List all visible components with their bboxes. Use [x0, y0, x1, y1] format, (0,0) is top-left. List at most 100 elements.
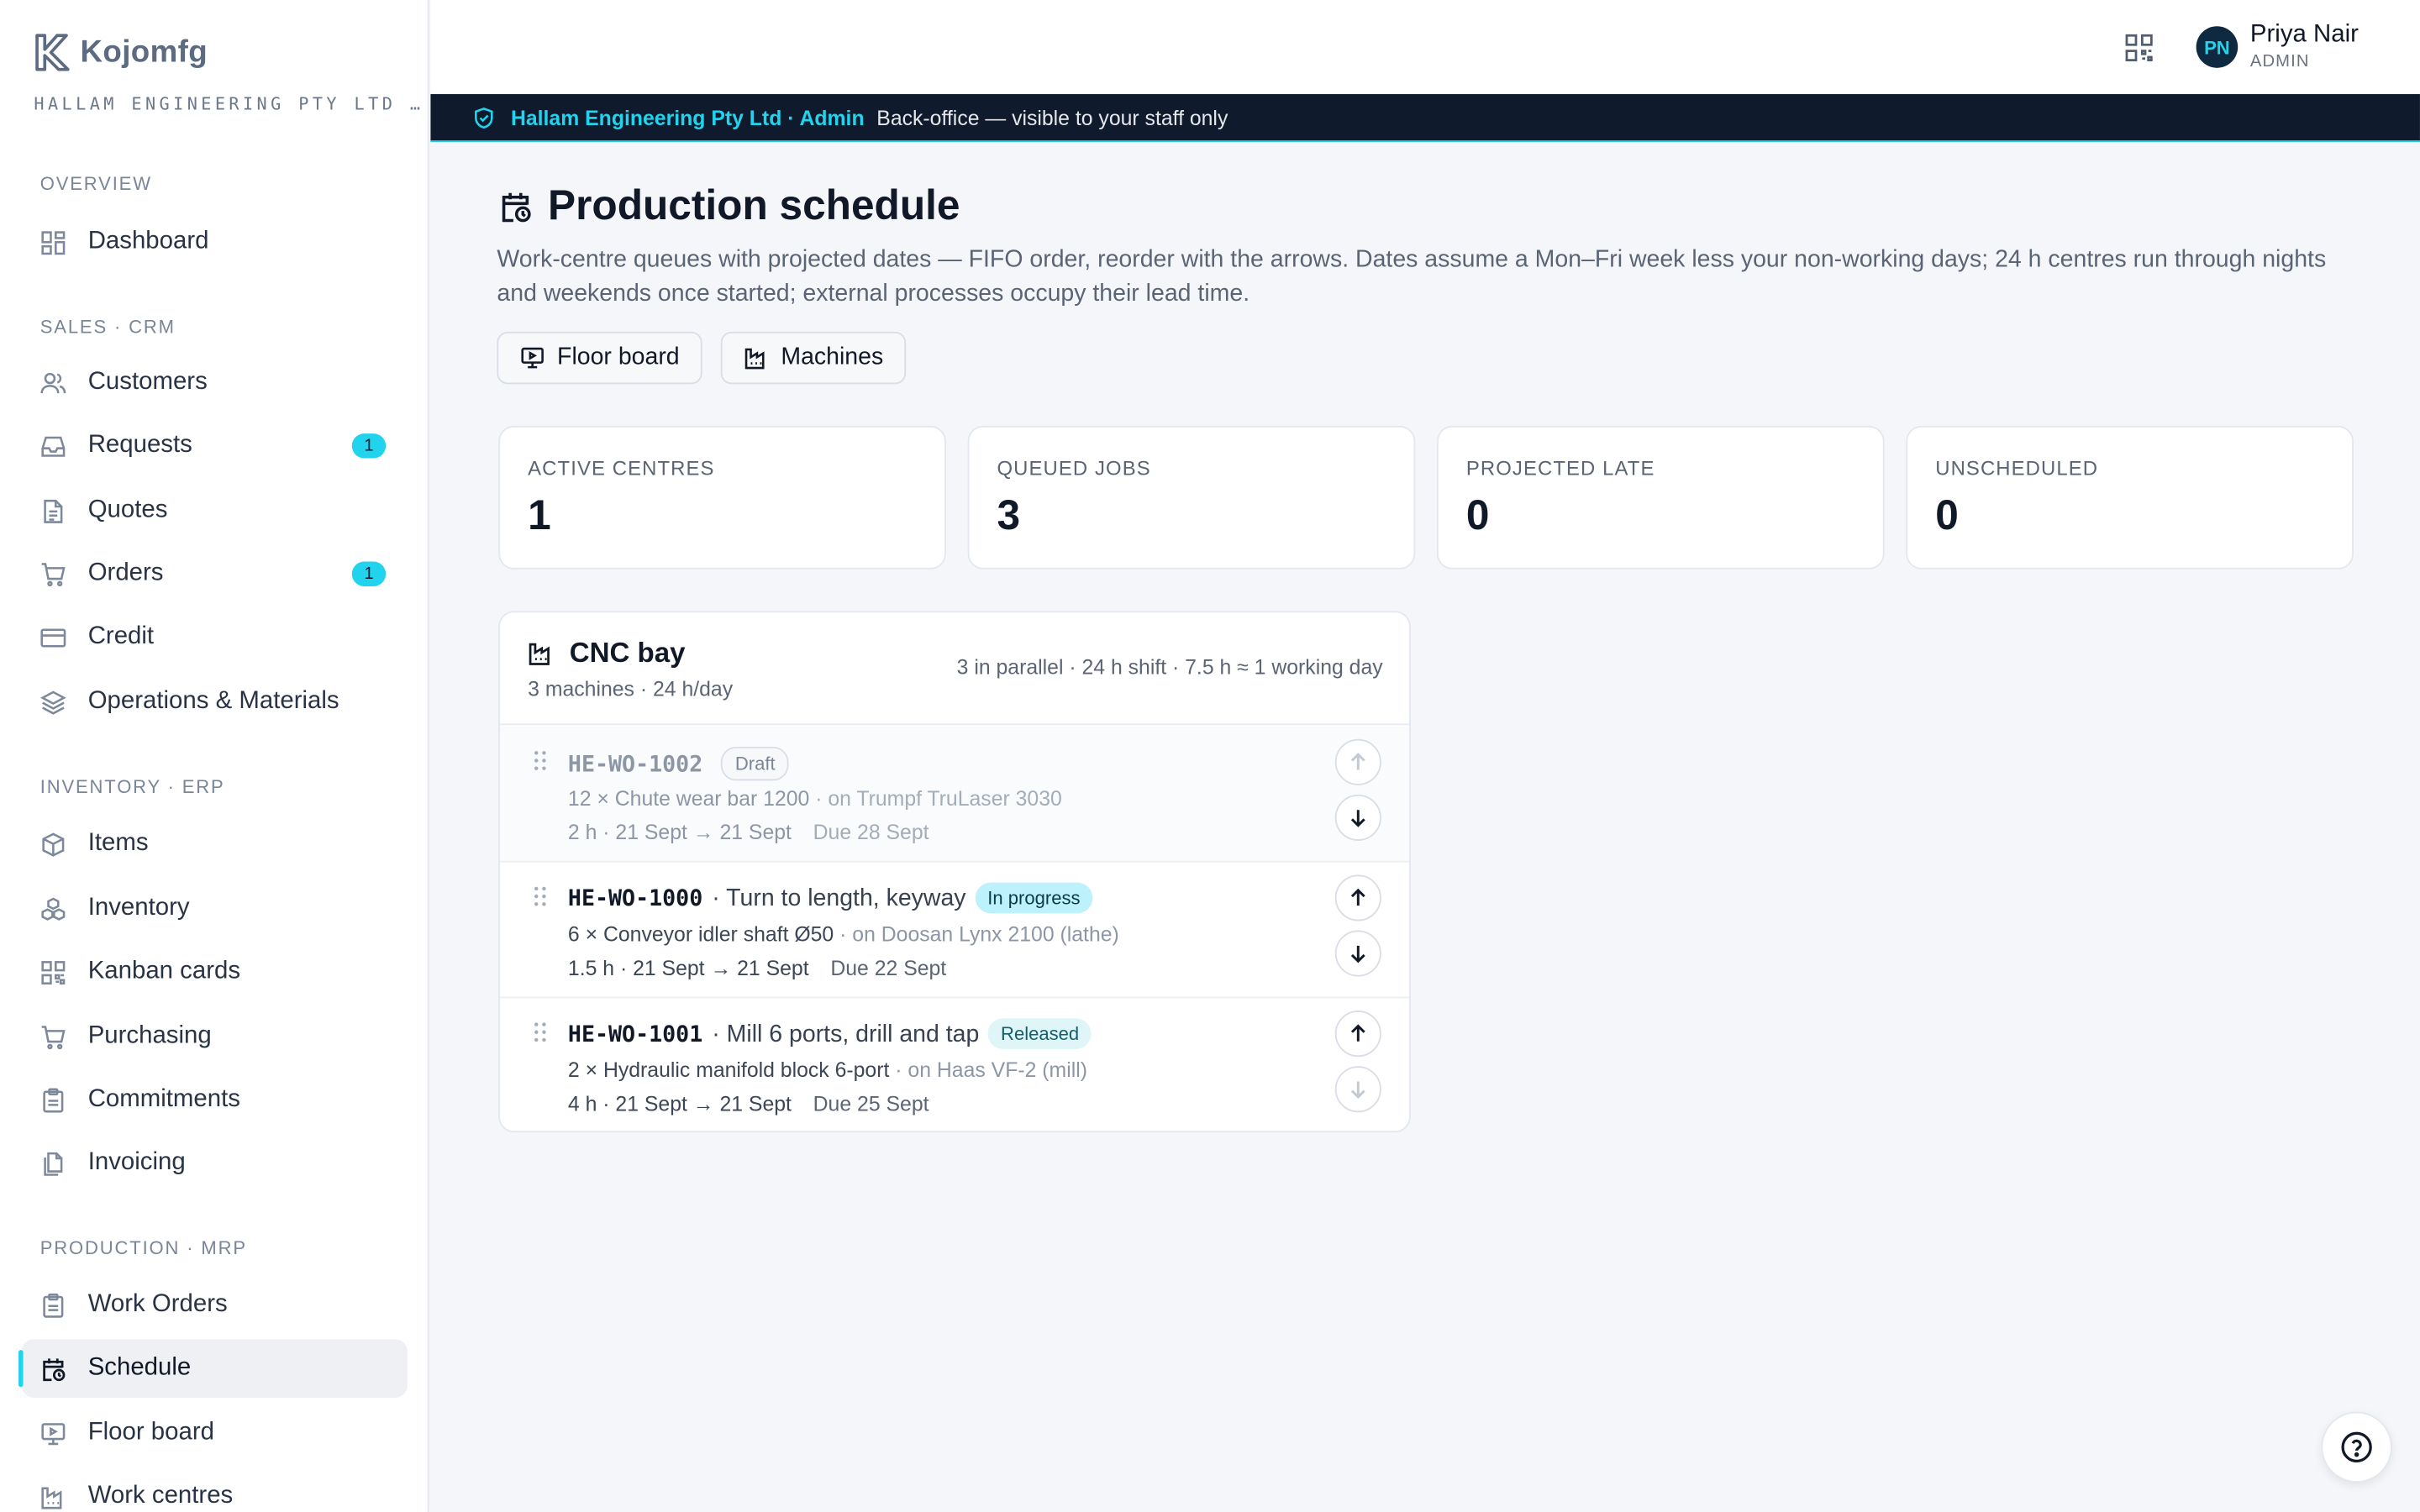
job-item-line: 6 × Conveyor idler shaft Ø50 · on Doosan…: [568, 922, 1119, 946]
sidebar-item-operations-materials[interactable]: Operations & Materials: [22, 673, 408, 732]
operation-name: · Turn to length, keyway: [712, 885, 966, 912]
users-icon: [40, 370, 66, 396]
sidebar-item-dashboard[interactable]: Dashboard: [22, 213, 408, 271]
factory-icon: [529, 643, 550, 665]
job-quantity-item: 12 × Chute wear bar 1200: [567, 786, 810, 811]
job-item-line: 2 × Hydraulic manifold block 6-port · on…: [568, 1058, 1087, 1082]
drag-handle-icon[interactable]: [533, 1021, 548, 1043]
floor-board-button[interactable]: Floor board: [497, 331, 703, 385]
job-machine: · on Haas VF-2 (mill): [895, 1058, 1088, 1082]
brand-logo-icon: [35, 34, 70, 71]
help-button[interactable]: [2321, 1411, 2392, 1483]
sidebar-item-label: Customers: [87, 368, 208, 396]
credit-card-icon: [40, 624, 66, 650]
machines-button[interactable]: Machines: [720, 331, 907, 385]
job-timing-line: 4 h · 21 Sept → 21 Sept Due 25 Sept: [568, 1092, 929, 1116]
queue-row[interactable]: HE-WO-1001 · Mill 6 ports, drill and tap R…: [500, 998, 1409, 1131]
move-up-button[interactable]: [1334, 1011, 1381, 1058]
arrow-up-icon: [1350, 753, 1365, 770]
drag-handle-icon[interactable]: [533, 750, 548, 772]
work-order-code[interactable]: HE-WO-1000: [568, 887, 702, 911]
factory-icon: [40, 1483, 66, 1509]
sidebar-item-label: Kanban cards: [87, 958, 241, 984]
top-bar: PN: [430, 0, 2420, 95]
job-timing: 1.5 h · 21 Sept → 21 Sept: [567, 956, 809, 980]
stat-card-projected-late: PROJECTED LATE 0: [1436, 425, 1885, 570]
sidebar-item-quotes[interactable]: Quotes: [22, 481, 408, 540]
help-circle-icon: [2341, 1431, 2372, 1463]
work-centre-header: CNC bay 3 machines · 24 h/day 3 in paral…: [500, 612, 1409, 726]
stat-value: 1: [528, 491, 551, 539]
job-due-date: Due 22 Sept: [830, 956, 947, 980]
brand[interactable]: Kojomfg: [31, 31, 208, 74]
monitor-icon: [521, 347, 544, 369]
job-timing-line: 1.5 h · 21 Sept → 21 Sept Due 22 Sept: [568, 957, 946, 980]
drag-handle-icon[interactable]: [533, 885, 548, 907]
move-down-button[interactable]: [1334, 794, 1381, 842]
inbox-icon: [40, 433, 66, 459]
user-role: ADMIN: [2249, 52, 2310, 71]
monitor-icon: [40, 1420, 66, 1446]
work-order-code-line: HE-WO-1000 · Turn to length, keyway In pro…: [568, 882, 1093, 914]
queue-row[interactable]: HE-WO-1002 Draft 12 × Chute wear bar 1200…: [500, 727, 1409, 863]
work-order-code-line: HE-WO-1002 Draft: [568, 746, 790, 781]
sidebar-item-label: Quotes: [87, 496, 168, 523]
move-up-button[interactable]: [1334, 738, 1381, 785]
status-badge: Draft: [721, 746, 790, 781]
stat-card-queued-jobs: QUEUED JOBS 3: [967, 425, 1416, 570]
clipboard-icon: [40, 1292, 66, 1318]
work-centre-title: CNC bay: [528, 638, 686, 670]
sidebar-item-kanban-cards[interactable]: Kanban cards: [22, 942, 408, 1001]
qr-scan-icon[interactable]: [2123, 33, 2154, 64]
sidebar-item-invoicing[interactable]: Invoicing: [22, 1134, 408, 1193]
job-timing-line: 2 h · 21 Sept → 21 Sept Due 28 Sept: [568, 821, 929, 844]
sidebar-item-label: Commitments: [87, 1086, 240, 1113]
move-down-button[interactable]: [1334, 1066, 1381, 1113]
sidebar-item-items[interactable]: Items: [22, 815, 408, 874]
job-machine: · on Doosan Lynx 2100 (lathe): [839, 922, 1119, 946]
stat-label: QUEUED JOBS: [997, 456, 1151, 480]
nav-section-overview: OVERVIEW: [39, 172, 152, 195]
sidebar-item-label: Inventory: [87, 895, 190, 921]
sidebar-item-floor-board[interactable]: Floor board: [22, 1404, 408, 1462]
sidebar-item-inventory[interactable]: Inventory: [22, 879, 408, 938]
sidebar-item-requests[interactable]: Requests 1: [22, 417, 408, 475]
sidebar-item-label: Schedule: [87, 1354, 192, 1381]
user-name[interactable]: Priya Nair: [2250, 22, 2359, 50]
sidebar-item-label: Purchasing: [87, 1022, 212, 1049]
stat-card-active-centres: ACTIVE CENTRES 1: [498, 425, 946, 570]
nav-section-inventory: INVENTORY · ERP: [39, 775, 225, 798]
requests-count-badge: 1: [351, 433, 387, 459]
nav-section-production: PRODUCTION · MRP: [39, 1237, 247, 1259]
move-down-button[interactable]: [1334, 930, 1381, 977]
sidebar-item-label: Invoicing: [87, 1149, 186, 1176]
sidebar-item-label: Work Orders: [87, 1291, 228, 1318]
sidebar-item-purchasing[interactable]: Purchasing: [22, 1007, 408, 1066]
page-description: Work-centre queues with projected dates …: [497, 246, 2327, 307]
stat-card-unscheduled: UNSCHEDULED 0: [1906, 425, 2354, 570]
sidebar-item-commitments[interactable]: Commitments: [22, 1071, 408, 1130]
sidebar-item-work-orders[interactable]: Work Orders: [22, 1276, 408, 1335]
sidebar-item-orders[interactable]: Orders 1: [22, 544, 408, 603]
sidebar-item-schedule[interactable]: Schedule: [18, 1339, 408, 1399]
sidebar-item-credit[interactable]: Credit: [22, 608, 408, 667]
sidebar-item-work-centres[interactable]: Work centres: [22, 1467, 408, 1512]
work-order-code[interactable]: HE-WO-1002: [568, 753, 702, 777]
avatar[interactable]: PN: [2196, 26, 2238, 68]
arrow-down-icon: [1350, 945, 1365, 963]
sidebar-item-customers[interactable]: Customers: [22, 354, 408, 412]
queue-row[interactable]: HE-WO-1000 · Turn to length, keyway In pro…: [500, 863, 1409, 999]
move-up-button[interactable]: [1334, 874, 1381, 921]
app-root: Kojomfg HALLAM ENGINEERING PTY LTD … OVE…: [0, 0, 2420, 1512]
shield-check-icon: [475, 107, 493, 129]
job-due-date: Due 28 Sept: [813, 821, 929, 844]
work-order-code[interactable]: HE-WO-1001: [568, 1023, 702, 1047]
clipboard-icon: [40, 1087, 66, 1113]
sidebar-item-label: Credit: [87, 623, 155, 650]
calendar-clock-icon: [502, 192, 531, 222]
banner-text: Back-office — visible to your staff only: [876, 105, 1228, 129]
arrow-down-icon: [1350, 810, 1365, 827]
nav-section-sales: SALES · CRM: [39, 316, 176, 339]
arrow-up-icon: [1350, 888, 1365, 906]
stat-value: 0: [1935, 491, 1959, 539]
